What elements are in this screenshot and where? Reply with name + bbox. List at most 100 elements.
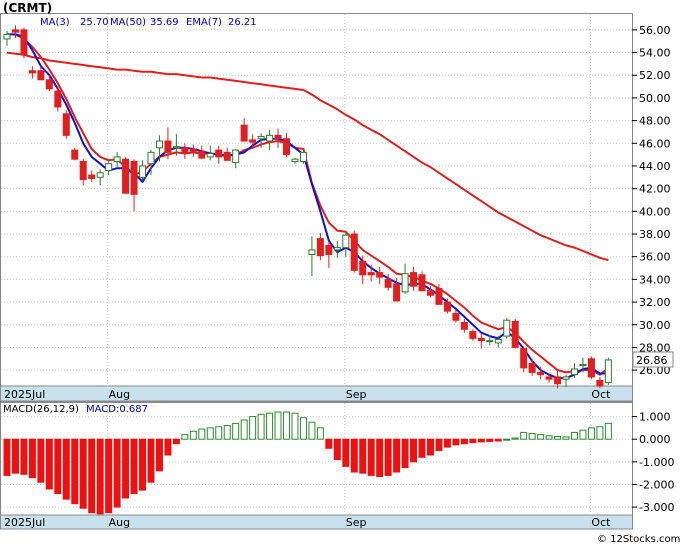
macd-bar bbox=[367, 438, 375, 476]
macd-y-axis: 1.000 0.000 -1.000 -2.000 -3.000 bbox=[632, 411, 674, 514]
macd-bar bbox=[283, 411, 291, 440]
macd-bar bbox=[435, 438, 443, 452]
macd-bar bbox=[333, 438, 341, 461]
macd-bar bbox=[79, 438, 87, 509]
ma50-label: MA(50) bbox=[110, 17, 146, 28]
candle-body bbox=[554, 376, 562, 385]
month-label: 2025Jul bbox=[4, 388, 45, 401]
macd-bar bbox=[579, 429, 587, 440]
y-tick-label: 50.00 bbox=[639, 92, 671, 105]
svg-text:MACD(26,12,9) MACD:0.687: MACD(26,12,9) MACD:0.687 bbox=[3, 404, 148, 415]
macd-bar bbox=[274, 411, 282, 440]
macd-bar bbox=[62, 438, 70, 500]
macd-bar bbox=[189, 430, 197, 440]
ema7-label: EMA(7) bbox=[186, 17, 222, 28]
candle-body bbox=[342, 234, 350, 249]
candle-body bbox=[308, 249, 316, 255]
macd-bar bbox=[316, 427, 324, 440]
macd-bar bbox=[443, 438, 451, 448]
macd-bar bbox=[291, 412, 299, 440]
candle bbox=[20, 27, 28, 59]
candle-body bbox=[189, 148, 197, 152]
candle-body bbox=[249, 139, 257, 143]
macd-bar bbox=[215, 426, 223, 440]
macd-bar bbox=[393, 438, 401, 473]
macd-bar bbox=[427, 438, 434, 456]
candle-body bbox=[528, 362, 536, 373]
macd-bar bbox=[240, 419, 248, 440]
candle-body bbox=[62, 113, 70, 136]
macd-bar bbox=[130, 438, 138, 495]
macd-bar bbox=[452, 438, 460, 446]
candle-body bbox=[359, 260, 367, 276]
month-label: Oct bbox=[591, 388, 611, 401]
candle-body bbox=[435, 287, 443, 305]
candle-body bbox=[113, 156, 121, 162]
candle-body bbox=[486, 340, 494, 343]
candle bbox=[350, 230, 358, 273]
macd-bar bbox=[122, 438, 130, 499]
candle-body bbox=[283, 138, 291, 156]
macd-bar bbox=[511, 437, 519, 440]
candle-body bbox=[164, 140, 172, 153]
macd-bar bbox=[88, 438, 96, 514]
candle-body bbox=[520, 348, 528, 369]
macd-month-label: Sep bbox=[346, 516, 367, 529]
macd-bar bbox=[486, 438, 494, 442]
macd-bar bbox=[105, 438, 113, 514]
candle-body bbox=[333, 247, 341, 251]
candle-body bbox=[257, 135, 265, 140]
macd-bar bbox=[520, 431, 528, 440]
macd-bar bbox=[96, 438, 104, 515]
candle-body bbox=[469, 331, 477, 339]
candle-body bbox=[367, 272, 375, 276]
macd-bar bbox=[223, 425, 231, 440]
macd-y-tick-label: -3.000 bbox=[639, 501, 674, 514]
macd-bar bbox=[528, 433, 536, 440]
macd-bar bbox=[359, 438, 367, 474]
macd-bar bbox=[587, 427, 595, 440]
macd-bar bbox=[54, 438, 62, 495]
candle-body bbox=[325, 244, 333, 255]
macd-bar bbox=[410, 438, 418, 463]
candle-body bbox=[587, 358, 595, 378]
candle-body bbox=[503, 319, 511, 337]
macd-bar bbox=[232, 422, 240, 440]
y-tick-label: 34.00 bbox=[639, 273, 671, 286]
candle-body bbox=[88, 174, 96, 179]
macd-bar bbox=[554, 435, 562, 440]
macd-bar bbox=[28, 438, 36, 479]
candle-body bbox=[240, 124, 248, 142]
y-tick-label: 46.00 bbox=[639, 137, 671, 150]
macd-bar bbox=[562, 436, 570, 440]
candle-body bbox=[139, 165, 147, 178]
macd-bar bbox=[503, 438, 511, 441]
candle-body bbox=[427, 290, 434, 296]
macd-month-label: 2025Jul bbox=[4, 516, 45, 529]
macd-bar bbox=[266, 412, 274, 440]
candle-body bbox=[274, 134, 282, 140]
candle-body bbox=[266, 134, 274, 142]
candle-body bbox=[410, 272, 418, 287]
macd-bar bbox=[596, 426, 604, 440]
candle-body bbox=[460, 321, 468, 330]
macd-bar bbox=[198, 428, 206, 440]
candle-body bbox=[537, 371, 545, 376]
candle-body bbox=[350, 233, 358, 271]
candle bbox=[511, 319, 519, 349]
candle-body bbox=[71, 149, 79, 160]
candle-body bbox=[511, 320, 519, 348]
y-tick-label: 30.00 bbox=[639, 319, 671, 332]
macd-bar bbox=[249, 416, 257, 440]
macd-bar bbox=[384, 438, 392, 476]
price-date-band bbox=[0, 385, 633, 402]
macd-bar bbox=[3, 438, 11, 476]
candle bbox=[503, 317, 511, 339]
candle bbox=[299, 151, 307, 164]
y-tick-label: 32.00 bbox=[639, 296, 671, 309]
candle-body bbox=[54, 90, 62, 108]
candle bbox=[62, 110, 70, 139]
candle-body bbox=[316, 238, 324, 257]
macd-label: MACD(26,12,9) bbox=[3, 404, 79, 415]
candle-body bbox=[477, 337, 485, 342]
